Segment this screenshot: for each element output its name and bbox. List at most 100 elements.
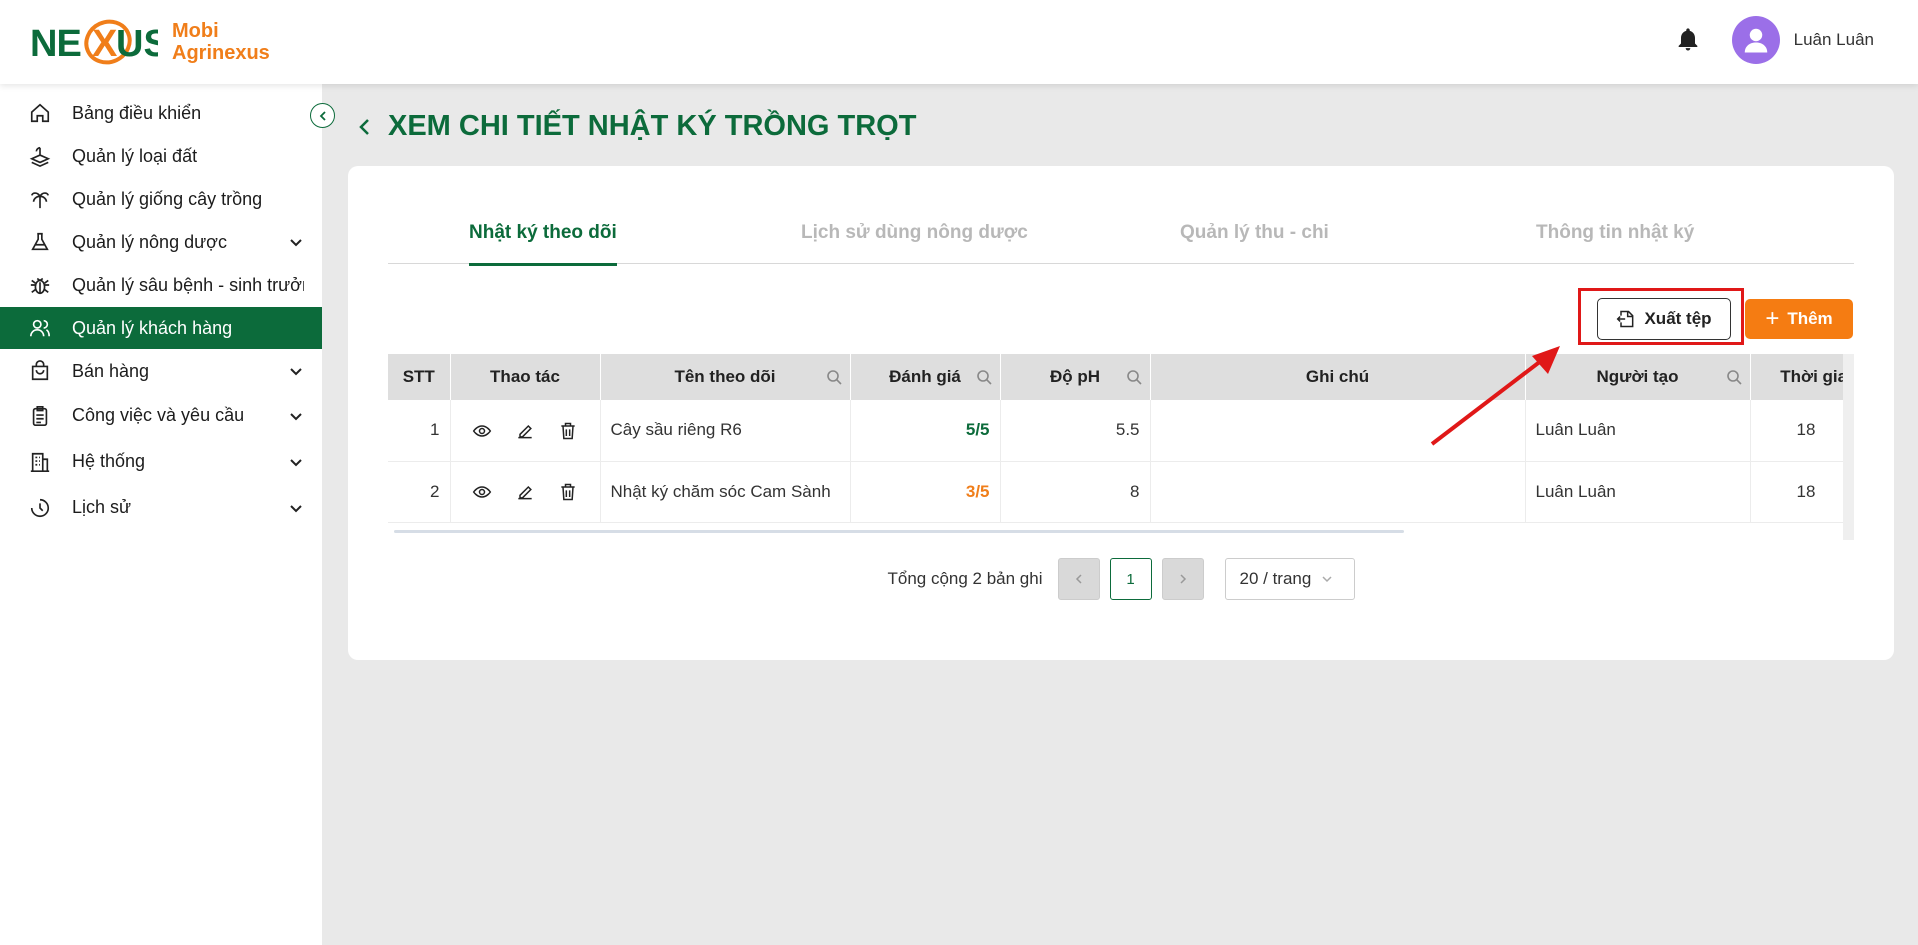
users-icon [28,316,52,340]
cell-name: Cây sầu riêng R6 [600,400,851,462]
soil-layers-icon [28,144,52,168]
svg-text:NE: NE [30,23,81,65]
col-header-stt: STT [388,354,451,400]
pagination: Tổng cộng 2 bản ghi 1 20 / trang [348,558,1894,600]
content-card: Nhật ký theo dõi Lịch sử dùng nông dược … [348,166,1894,660]
col-header-ph-label: Độ pH [1049,367,1101,386]
sidebar-item-label: Lịch sử [72,497,132,517]
user-avatar[interactable] [1731,16,1780,64]
eye-icon[interactable] [472,421,492,441]
cell-rating: 3/5 [850,461,1001,523]
chevron-down-icon [290,458,302,466]
cell-time: 18 [1750,400,1854,462]
table-vertical-scrollbar[interactable] [1843,354,1854,540]
file-export-icon [1617,310,1634,328]
cell-creator: Luân Luân [1525,461,1751,523]
table-horizontal-scrollbar[interactable] [394,530,1404,533]
page-size-value: 20 / trang [1239,569,1312,588]
brand-logo[interactable]: NE X US Mobi Agrinexus [30,14,270,70]
cell-time: 18 [1750,461,1854,523]
sidebar-collapse-button[interactable] [310,103,335,128]
cell-note [1150,461,1526,523]
sidebar-item-label: Quản lý giống cây trồng [72,188,263,209]
home-icon [28,101,52,125]
palm-tree-icon [28,187,52,211]
page-number-button[interactable]: 1 [1109,558,1152,600]
sidebar-item-pests[interactable]: Quản lý sâu bệnh - sinh trưởng [0,264,322,306]
user-silhouette-icon [1744,28,1767,53]
chevron-down-icon [290,504,302,512]
svg-text:US: US [116,23,158,65]
add-button-label: Thêm [1787,309,1833,328]
chevron-left-icon [319,110,326,121]
cell-stt: 2 [388,461,451,523]
cell-stt: 1 [388,400,451,462]
back-chevron-icon[interactable] [354,116,376,138]
sidebar-item-label: Quản lý loại đất [72,145,198,166]
col-header-actions: Thao tác [450,354,601,400]
annotation-arrow-icon [1430,346,1560,446]
sidebar: Bảng điều khiển Quản lý loại đất Quản lý… [0,84,322,945]
chevron-down-icon [290,412,302,420]
header-user-area: Luân Luân [1674,16,1874,64]
sidebar-item-customers[interactable]: Quản lý khách hàng [0,307,322,349]
user-name[interactable]: Luân Luân [1794,30,1874,50]
sidebar-item-label: Bảng điều khiển [72,102,202,123]
col-header-time: Thời gian tạo [1750,354,1854,400]
tab-log-info[interactable]: Thông tin nhật ký [1536,222,1694,264]
notification-bell-icon[interactable] [1674,26,1702,54]
page-size-select[interactable]: 20 / trang [1224,558,1355,600]
cell-ph: 8 [1000,461,1151,523]
sidebar-item-history[interactable]: Lịch sử [0,485,322,530]
add-button[interactable]: + Thêm [1745,299,1853,339]
sidebar-item-label: Bán hàng [72,360,150,381]
cell-actions [450,461,601,523]
sidebar-item-label: Quản lý sâu bệnh - sinh trưởng [72,274,304,295]
search-icon[interactable] [976,369,992,385]
export-button-label: Xuất tệp [1644,309,1712,328]
trash-icon[interactable] [558,482,578,502]
next-page-button[interactable] [1161,558,1204,600]
eye-icon[interactable] [472,482,492,502]
table-row: 1 Cây sầu riêng R6 5/5 5.5 Luân Luân 18 [388,400,1854,462]
flask-icon [28,230,52,254]
brand-name: Mobi Agrinexus [172,20,270,64]
cell-actions [450,400,601,462]
tab-bar: Nhật ký theo dõi Lịch sử dùng nông dược … [388,222,1854,266]
trash-icon[interactable] [558,421,578,441]
svg-text:X: X [92,23,118,65]
sidebar-item-tasks[interactable]: Công việc và yêu cầu [0,393,322,438]
sidebar-item-plant-varieties[interactable]: Quản lý giống cây trồng [0,178,322,220]
chevron-down-icon [290,239,302,247]
prev-page-button[interactable] [1057,558,1100,600]
edit-pencil-icon[interactable] [515,482,535,502]
bug-icon [28,273,52,297]
table-row: 2 Nhật ký chăm sóc Cam Sành 3/5 8 Luân L… [388,461,1854,523]
sidebar-item-soil-types[interactable]: Quản lý loại đất [0,135,322,177]
export-button[interactable]: Xuất tệp [1597,298,1731,340]
chevron-right-icon [1179,574,1186,584]
sidebar-item-pesticides[interactable]: Quản lý nông dược [0,221,322,263]
tab-tracking-log[interactable]: Nhật ký theo dõi [469,222,617,266]
sidebar-item-dashboard[interactable]: Bảng điều khiển [0,92,322,134]
sidebar-item-system[interactable]: Hệ thống [0,439,322,484]
search-icon[interactable] [826,369,842,385]
sidebar-item-label: Quản lý khách hàng [72,317,233,338]
sidebar-menu: Bảng điều khiển Quản lý loại đất Quản lý… [0,84,322,530]
table-header-row: STT Thao tác Tên theo dõi Đánh giá Độ pH… [388,354,1854,400]
search-icon[interactable] [1726,369,1742,385]
sidebar-item-sales[interactable]: Bán hàng [0,350,322,392]
col-header-rating: Đánh giá [850,354,1001,400]
nexus-logo-icon: NE X US [30,19,158,65]
tab-pesticide-history[interactable]: Lịch sử dùng nông dược [801,222,1028,264]
edit-pencil-icon[interactable] [515,421,535,441]
col-header-name: Tên theo dõi [600,354,851,400]
building-icon [28,450,52,474]
pagination-total: Tổng cộng 2 bản ghi [887,569,1043,588]
tab-income-expense[interactable]: Quản lý thu - chi [1180,222,1329,264]
plus-icon: + [1765,305,1780,332]
page-title: XEM CHI TIẾT NHẬT KÝ TRỒNG TRỌT [354,110,916,143]
brand-line-1: Mobi [172,20,219,42]
col-header-name-label: Tên theo dõi [674,367,776,386]
search-icon[interactable] [1126,369,1142,385]
